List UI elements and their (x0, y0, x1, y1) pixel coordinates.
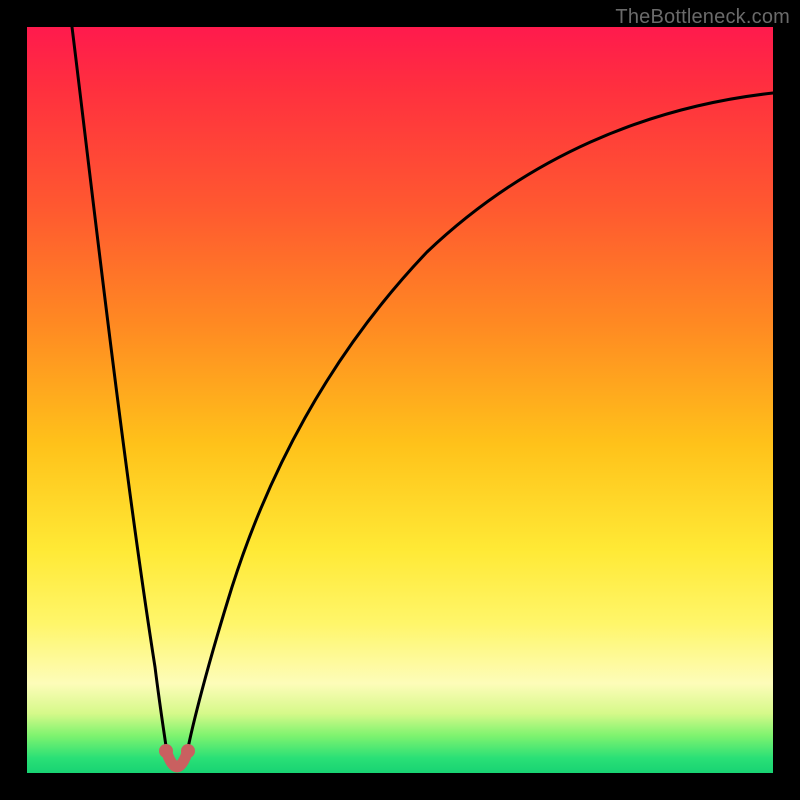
plot-area (27, 27, 773, 773)
chart-frame: TheBottleneck.com (0, 0, 800, 800)
watermark-label: TheBottleneck.com (615, 6, 790, 29)
valley-dot-left (159, 744, 173, 758)
valley-dot-right (181, 744, 195, 758)
curve-left-branch (72, 27, 167, 753)
bottleneck-curve (27, 27, 773, 773)
curve-right-branch (187, 93, 773, 753)
